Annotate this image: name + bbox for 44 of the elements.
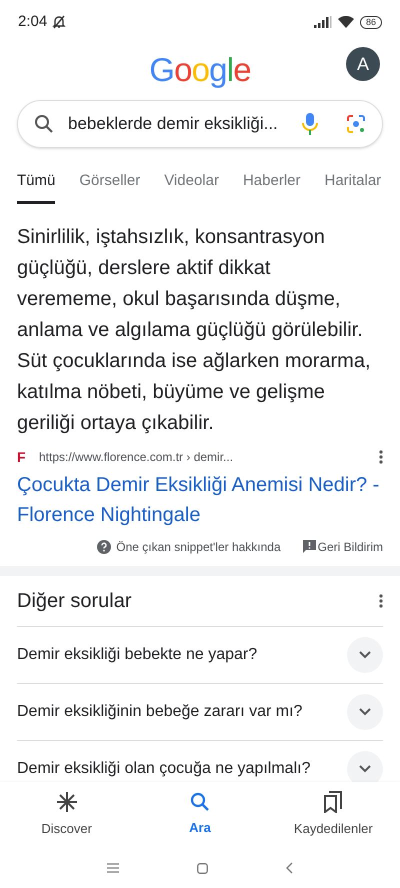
search-icon bbox=[34, 114, 54, 134]
search-icon bbox=[190, 792, 210, 812]
result-title-link[interactable]: Çocukta Demir Eksikliği Anemisi Nedir? - Florence Nightingale bbox=[17, 470, 383, 530]
source-url: https://www.florence.com.tr › demir... bbox=[39, 449, 234, 466]
tab[interactable]: Tümü bbox=[17, 170, 56, 204]
battery-icon: 86 bbox=[360, 16, 382, 28]
nav-tab[interactable]: Discover bbox=[0, 791, 134, 839]
muted-bell-icon bbox=[51, 14, 68, 30]
question-text[interactable]: Demir eksikliği bebekte ne yapar? bbox=[17, 642, 258, 666]
wifi-icon bbox=[338, 16, 354, 28]
account-avatar[interactable]: A bbox=[346, 47, 380, 81]
microphone-icon[interactable] bbox=[302, 112, 318, 136]
asterisk-icon bbox=[56, 791, 78, 814]
question-text[interactable]: Demir eksikliğinin bebeğe zararı var mı? bbox=[17, 700, 302, 724]
home-icon[interactable] bbox=[197, 862, 208, 874]
signal-icon bbox=[314, 16, 332, 28]
chevron-down-icon bbox=[359, 650, 371, 658]
nav-tab[interactable]: Kaydedilenler bbox=[266, 791, 400, 839]
site-favicon: F bbox=[17, 448, 27, 466]
chevron-down-icon bbox=[359, 708, 371, 716]
search-query: bebeklerde demir eksikliği... bbox=[68, 113, 279, 136]
section-title: Diğer sorular bbox=[17, 588, 132, 614]
more-options-icon[interactable] bbox=[379, 450, 383, 464]
tab[interactable]: Haritalar bbox=[324, 170, 382, 204]
feedback-icon bbox=[302, 540, 316, 553]
expand-button[interactable] bbox=[347, 750, 383, 782]
nav-tab[interactable]: Ara bbox=[133, 792, 267, 838]
chevron-down-icon bbox=[359, 764, 371, 772]
question-text[interactable]: Demir eksikliği olan çocuğa ne yapılmalı? bbox=[17, 756, 310, 780]
about-snippets-link[interactable]: Öne çıkan snippet'ler hakkında bbox=[116, 538, 281, 556]
tab[interactable]: Görseller bbox=[79, 170, 140, 204]
google-logo: Google bbox=[149, 50, 251, 90]
back-icon[interactable] bbox=[286, 862, 293, 874]
tab[interactable]: Haberler bbox=[242, 170, 300, 204]
search-field[interactable]: bebeklerde demir eksikliği... bbox=[17, 100, 383, 148]
menu-icon[interactable] bbox=[107, 863, 119, 873]
status-time: 2:04 bbox=[18, 12, 48, 32]
camera-lens-icon[interactable] bbox=[346, 114, 366, 134]
bookmarks-icon bbox=[324, 791, 342, 814]
tab[interactable]: Videolar bbox=[164, 170, 219, 204]
snippet-text: Sinirlilik, iştahsızlık, konsantrasyon güçlüğü, derslere aktif dikkat verememe, okul başarısında düşme, anlama ve algılama güçlüğü görülebilir. Süt çocuklarında ise ağlarken morarma, katılma nöbeti, büyüme ve gelişme geriliği ortaya çıkabilir. bbox=[17, 224, 372, 436]
help-icon bbox=[97, 540, 112, 554]
feedback-link[interactable]: Geri Bildirim bbox=[318, 538, 383, 556]
more-options-icon[interactable] bbox=[379, 594, 383, 608]
